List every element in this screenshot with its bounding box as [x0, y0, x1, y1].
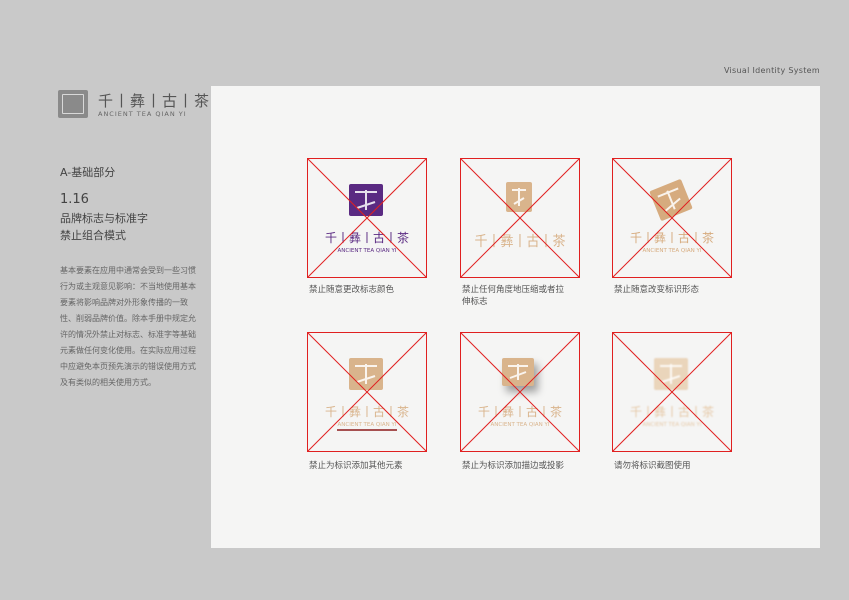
- section-description: 基本要素在应用中通常会受到一些习惯行为或主观意见影响：不当地使用基本要素将影响品…: [60, 266, 196, 387]
- section-title-line2: 禁止组合模式: [60, 229, 126, 242]
- example-cell: 千丨彝丨古丨茶 ANCIENT TEA QIAN YI: [460, 332, 580, 452]
- example-caption: 请勿将标识截图使用: [614, 461, 691, 471]
- example-cell: 千丨彝丨古丨茶 ANCIENT TEA QIAN YI: [307, 332, 427, 452]
- logo-latin: ANCIENT TEA QIAN YI: [491, 422, 550, 428]
- brand-logo: 千丨彝丨古丨茶 ANCIENT TEA QIAN YI: [58, 90, 209, 126]
- section-number: 1.16: [60, 192, 89, 207]
- example-caption: 禁止为标识添加其他元素: [309, 461, 403, 471]
- example-cell: 千丨彝丨古丨茶: [460, 158, 580, 278]
- visual-identity-label: Visual Identity System: [723, 66, 820, 75]
- logo-latin: ANCIENT TEA QIAN YI: [338, 248, 397, 254]
- logo-latin: ANCIENT TEA QIAN YI: [338, 422, 397, 428]
- example-caption: 禁止随意改变标识形态: [614, 285, 700, 295]
- logo-name: 千丨彝丨古丨茶: [630, 230, 714, 245]
- section-tag: A-基础部分: [60, 166, 116, 179]
- example-caption: 禁止为标识添加描边或投影: [462, 461, 565, 471]
- brand-latin: ANCIENT TEA QIAN YI: [98, 110, 187, 118]
- example-cell: 千丨彝丨古丨茶 ANCIENT TEA QIAN YI: [307, 158, 427, 278]
- example-cell: 千丨彝丨古丨茶 ANCIENT TEA QIAN YI: [612, 158, 732, 278]
- example-caption: 禁止任何角度地压缩或者拉伸标志: [462, 285, 565, 307]
- logo-latin: ANCIENT TEA QIAN YI: [643, 422, 702, 428]
- logo-name: 千丨彝丨古丨茶: [475, 233, 566, 250]
- logo-name: 千丨彝丨古丨茶: [478, 404, 562, 419]
- example-cell: 千丨彝丨古丨茶 ANCIENT TEA QIAN YI: [612, 332, 732, 452]
- brand-name: 千丨彝丨古丨茶: [98, 92, 211, 110]
- example-caption: 禁止随意更改标志颜色: [309, 285, 395, 295]
- logo-name: 千丨彝丨古丨茶: [630, 404, 714, 419]
- section-title-line1: 品牌标志与标准字: [60, 212, 148, 225]
- logo-name: 千丨彝丨古丨茶: [325, 230, 409, 245]
- logo-latin: ANCIENT TEA QIAN YI: [643, 248, 702, 254]
- seal-icon: [58, 90, 88, 118]
- logo-name: 千丨彝丨古丨茶: [325, 404, 409, 419]
- examples-panel: [211, 86, 820, 548]
